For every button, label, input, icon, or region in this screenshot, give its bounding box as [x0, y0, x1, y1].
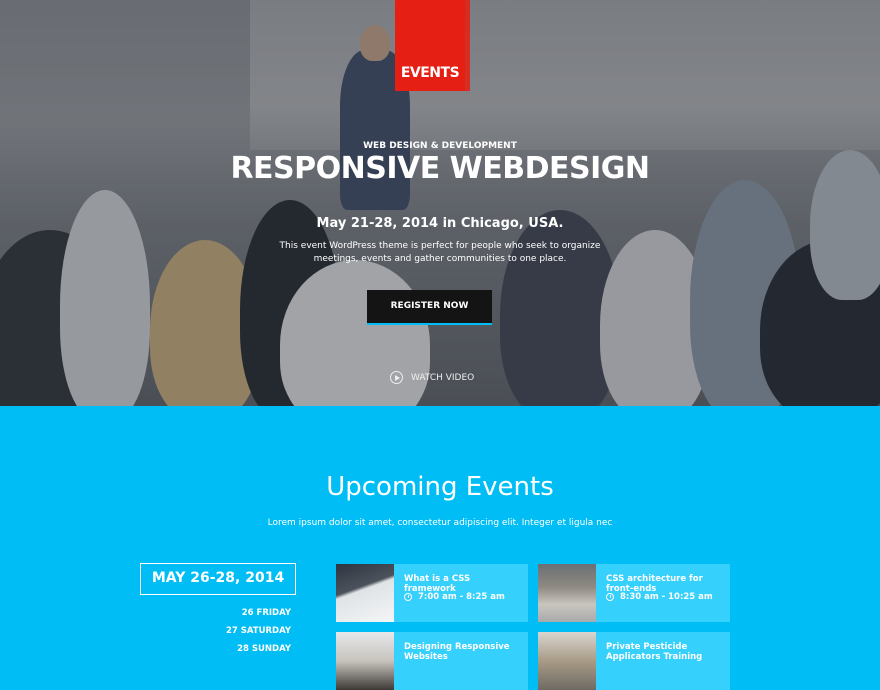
hero-description: This event WordPress theme is perfect fo…	[279, 241, 601, 264]
hero-section: EVENTS WEB DESIGN & DEVELOPMENT RESPONSI…	[0, 0, 880, 406]
day-item-saturday[interactable]: 27 SATURDAY	[226, 626, 291, 636]
event-title: Private Pesticide Applicators Training	[606, 642, 703, 662]
event-title: CSS architecture for front-ends	[606, 574, 703, 594]
clock-icon	[404, 593, 412, 601]
register-now-button[interactable]: REGISTER NOW	[367, 290, 492, 325]
watch-video-link[interactable]: WATCH VIDEO	[390, 369, 474, 386]
hero-date-location: May 21-28, 2014 in Chicago, USA.	[316, 216, 564, 231]
event-card[interactable]: What is a CSS framework 7:00 am - 8:25 a…	[336, 564, 528, 622]
event-thumbnail	[336, 632, 394, 690]
play-circle-icon	[390, 371, 403, 384]
clock-icon	[606, 593, 614, 601]
day-item-sunday[interactable]: 28 SUNDAY	[237, 644, 291, 654]
hero-kicker: WEB DESIGN & DEVELOPMENT	[363, 141, 517, 151]
event-date-range: MAY 26-28, 2014	[140, 563, 296, 595]
event-time: 7:00 am - 8:25 am	[404, 592, 505, 602]
event-thumbnail	[336, 564, 394, 622]
event-thumbnail	[538, 564, 596, 622]
event-thumbnail	[538, 632, 596, 690]
event-card[interactable]: Private Pesticide Applicators Training	[538, 632, 730, 690]
event-time-text: 8:30 am - 10:25 am	[620, 592, 713, 602]
watch-video-label: WATCH VIDEO	[411, 372, 475, 383]
event-title: What is a CSS framework	[404, 574, 471, 594]
upcoming-events-title: Upcoming Events	[326, 472, 554, 502]
logo-stripe	[465, 0, 470, 91]
event-card[interactable]: CSS architecture for front-ends 8:30 am …	[538, 564, 730, 622]
hero-title: RESPONSIVE WEBDESIGN	[230, 151, 650, 186]
upcoming-events-subtitle: Lorem ipsum dolor sit amet, consectetur …	[267, 518, 613, 528]
day-item-friday[interactable]: 26 FRIDAY	[242, 608, 291, 618]
event-title: Designing Responsive Websites	[404, 642, 510, 662]
logo-text: EVENTS	[400, 65, 460, 81]
events-logo[interactable]: EVENTS	[395, 0, 465, 91]
event-card[interactable]: Designing Responsive Websites	[336, 632, 528, 690]
event-time: 8:30 am - 10:25 am	[606, 592, 713, 602]
event-time-text: 7:00 am - 8:25 am	[418, 592, 505, 602]
